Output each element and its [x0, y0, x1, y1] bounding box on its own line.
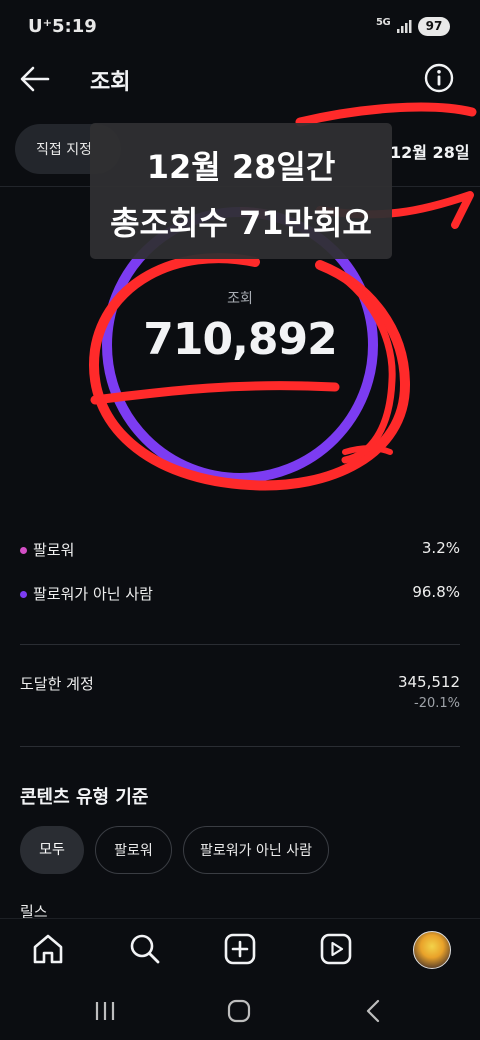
reach-change: -20.1%: [414, 696, 460, 711]
views-total: 710,892: [143, 314, 337, 365]
page-title: 조회: [90, 70, 131, 95]
search-icon[interactable]: [128, 932, 162, 966]
caption-line-1: 12월 28일간: [146, 148, 336, 186]
signal-icon: [397, 20, 412, 33]
legend-row-non-follower: 팔로워가 아닌 사람 96.8%: [20, 583, 460, 607]
legend-label: 팔로워가 아닌 사람: [33, 585, 153, 603]
legend-value: 96.8%: [412, 583, 460, 601]
back-chevron-icon[interactable]: [360, 997, 388, 1025]
network-type: 5G: [376, 17, 391, 28]
legend-label: 팔로워: [33, 541, 75, 559]
battery-level: 97: [425, 19, 443, 33]
reels-icon[interactable]: [319, 932, 353, 966]
caption-line-2: 총조회수 71만회요: [110, 204, 372, 242]
chip-follower[interactable]: 팔로워: [95, 826, 172, 874]
date-range-end[interactable]: 12월 28일: [390, 139, 470, 163]
status-bar: U⁺ 5:19 5G 97: [0, 0, 480, 56]
recents-icon[interactable]: [91, 997, 119, 1025]
reach-value: 345,512: [397, 673, 460, 691]
clock: 5:19: [52, 16, 97, 37]
chip-non-follower[interactable]: 팔로워가 아닌 사람: [183, 826, 329, 874]
battery-icon: 97: [418, 17, 450, 36]
reach-label: 도달한 계정: [20, 675, 94, 693]
legend-row-follower: 팔로워 3.2%: [20, 539, 460, 563]
legend-value: 3.2%: [421, 539, 460, 557]
views-label: 조회: [227, 291, 253, 307]
divider: [20, 746, 460, 747]
profile-avatar[interactable]: [413, 931, 451, 969]
home-circle-icon[interactable]: [225, 997, 253, 1025]
non-follower-dot-icon: [20, 591, 27, 598]
info-icon[interactable]: [423, 62, 455, 94]
divider: [20, 644, 460, 645]
carrier-label: U⁺: [28, 16, 53, 37]
create-icon[interactable]: [223, 932, 257, 966]
custom-date-label: 직접 지정: [36, 142, 92, 158]
arrow-left-icon[interactable]: [18, 62, 52, 96]
home-icon[interactable]: [31, 932, 65, 966]
follower-dot-icon: [20, 547, 27, 554]
chip-all[interactable]: 모두: [20, 826, 84, 874]
content-type-title: 콘텐츠 유형 기준: [20, 787, 149, 808]
